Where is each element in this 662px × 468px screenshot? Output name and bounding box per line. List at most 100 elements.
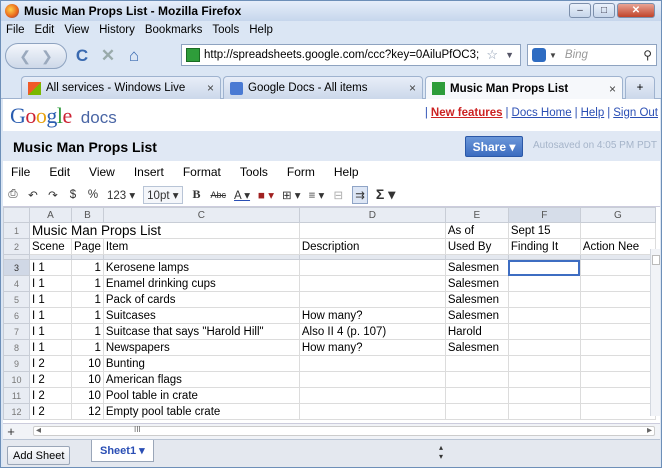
font-size-select[interactable]: 10pt ▾: [143, 185, 183, 204]
print-icon[interactable]: ⎙: [7, 188, 19, 201]
cell[interactable]: [507, 307, 581, 324]
sheet-menu-file[interactable]: File: [3, 165, 41, 179]
bing-icon[interactable]: [532, 48, 546, 62]
sheet-tab-scroll-icon[interactable]: ▴ ▾: [439, 443, 443, 461]
scroll-thumb[interactable]: [652, 255, 660, 265]
share-button[interactable]: Share ▾: [465, 136, 523, 157]
bold-button[interactable]: B: [191, 187, 203, 202]
sheet-menu-form[interactable]: Form: [279, 165, 326, 179]
cell[interactable]: Bunting: [102, 355, 300, 372]
cell[interactable]: [507, 355, 581, 372]
cell[interactable]: Finding It: [507, 238, 581, 255]
new-features-link[interactable]: New features: [431, 107, 503, 119]
new-tab-button[interactable]: +: [625, 76, 655, 99]
cell[interactable]: [579, 355, 656, 372]
minimize-button[interactable]: –: [569, 3, 591, 18]
cell[interactable]: I 2: [29, 403, 72, 420]
cell[interactable]: [298, 275, 446, 292]
cell[interactable]: Salesmen: [444, 307, 509, 324]
cell[interactable]: Action Nee: [579, 238, 656, 255]
cell[interactable]: Salesmen: [444, 259, 509, 276]
row-header[interactable]: 4: [3, 275, 30, 292]
cell[interactable]: [579, 403, 656, 420]
docs-home-link[interactable]: Docs Home: [512, 107, 572, 119]
url-bar[interactable]: http://spreadsheets.google.com/ccc?key=0…: [181, 44, 521, 66]
sheet1-tab[interactable]: Sheet1 ▾: [91, 440, 154, 462]
cell[interactable]: American flags: [102, 371, 300, 388]
add-sheet-button[interactable]: Add Sheet: [7, 446, 71, 465]
cell[interactable]: 1: [71, 259, 104, 276]
scroll-left-icon[interactable]: ◂: [36, 425, 41, 436]
menu-bookmarks[interactable]: Bookmarks: [144, 24, 204, 36]
row-header[interactable]: 9: [3, 355, 30, 372]
tab-close-icon[interactable]: ×: [609, 82, 616, 96]
menu-view[interactable]: View: [63, 24, 90, 36]
bookmark-star-icon[interactable]: ☆: [486, 47, 498, 63]
google-docs-logo[interactable]: Google docs: [10, 103, 117, 129]
cell[interactable]: Harold: [444, 323, 509, 340]
cell[interactable]: [579, 371, 656, 388]
stop-button[interactable]: ✕: [97, 45, 119, 67]
scroll-right-icon[interactable]: ▸: [647, 425, 652, 436]
cell[interactable]: [507, 275, 581, 292]
cell[interactable]: [444, 355, 509, 372]
url-dropdown-icon[interactable]: ▼: [505, 50, 514, 60]
align-button[interactable]: ≡ ▾: [309, 188, 325, 202]
cell[interactable]: Scene: [29, 238, 72, 255]
cell[interactable]: [579, 387, 656, 404]
cell[interactable]: Enamel drinking cups: [102, 275, 300, 292]
sheet-menu-tools[interactable]: Tools: [232, 165, 279, 179]
currency-button[interactable]: $: [67, 189, 79, 201]
tab-windows-live[interactable]: All services - Windows Live ×: [21, 76, 221, 99]
column-header-g[interactable]: G: [579, 207, 656, 223]
menu-tools[interactable]: Tools: [211, 24, 240, 36]
text-color-button[interactable]: A ▾: [234, 188, 250, 202]
search-icon[interactable]: ⚲: [643, 48, 652, 62]
cell[interactable]: 1: [71, 323, 104, 340]
cell[interactable]: [444, 371, 509, 388]
menu-edit[interactable]: Edit: [34, 24, 56, 36]
cell[interactable]: Sept 15: [507, 222, 581, 239]
cell[interactable]: Page: [71, 238, 104, 255]
cell[interactable]: [298, 403, 446, 420]
cell[interactable]: Item: [102, 238, 300, 255]
cell[interactable]: [507, 339, 581, 356]
undo-icon[interactable]: ↶: [27, 188, 39, 202]
sign-out-link[interactable]: Sign Out: [613, 107, 658, 119]
cell[interactable]: Salesmen: [444, 275, 509, 292]
cell[interactable]: I 1: [29, 323, 72, 340]
cell[interactable]: Newspapers: [102, 339, 300, 356]
row-header[interactable]: 1: [3, 222, 30, 239]
cell[interactable]: 1: [71, 275, 104, 292]
cell[interactable]: I 1: [29, 275, 72, 292]
search-box[interactable]: ▼ Bing ⚲: [527, 44, 657, 66]
cell[interactable]: [579, 307, 656, 324]
row-header[interactable]: 12: [3, 403, 30, 420]
menu-file[interactable]: File: [5, 24, 26, 36]
cell[interactable]: Salesmen: [444, 339, 509, 356]
cell[interactable]: Kerosene lamps: [102, 259, 300, 276]
sheet-menu-format[interactable]: Format: [175, 165, 232, 179]
horizontal-scrollbar[interactable]: ◂ III ▸: [33, 425, 655, 436]
selected-cell[interactable]: [507, 259, 581, 276]
cell[interactable]: 1: [71, 291, 104, 308]
help-link[interactable]: Help: [581, 107, 605, 119]
forward-button[interactable]: ❯: [41, 48, 53, 65]
tab-google-docs[interactable]: Google Docs - All items ×: [223, 76, 423, 99]
borders-button[interactable]: ⊞ ▾: [282, 188, 301, 202]
cell[interactable]: I 1: [29, 307, 72, 324]
percent-button[interactable]: %: [87, 189, 99, 201]
maximize-button[interactable]: □: [593, 3, 615, 18]
cell[interactable]: [579, 259, 656, 276]
cell[interactable]: 10: [71, 371, 104, 388]
cell[interactable]: Also II 4 (p. 107): [298, 323, 446, 340]
cell[interactable]: How many?: [298, 339, 446, 356]
menu-history[interactable]: History: [98, 24, 136, 36]
search-engine-dropdown-icon[interactable]: ▼: [549, 51, 557, 60]
cell[interactable]: [507, 371, 581, 388]
cell[interactable]: [507, 323, 581, 340]
add-rows-button[interactable]: +: [3, 424, 19, 439]
number-format-button[interactable]: 123 ▾: [107, 188, 135, 202]
cell[interactable]: [298, 291, 446, 308]
redo-icon[interactable]: ↷: [47, 188, 59, 202]
